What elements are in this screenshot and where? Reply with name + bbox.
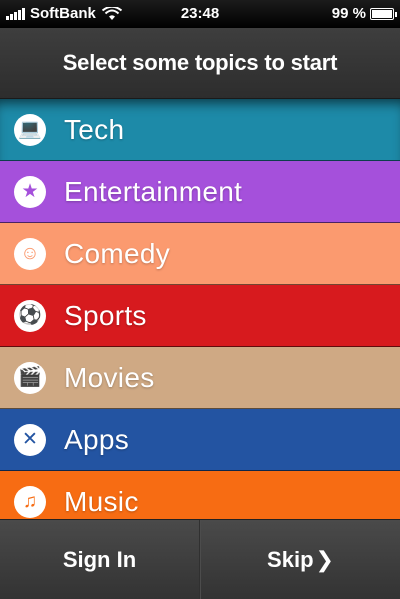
- sign-in-button[interactable]: Sign In: [0, 520, 199, 599]
- soccer-ball-icon: ⚽: [14, 299, 46, 332]
- sign-in-label: Sign In: [62, 546, 137, 572]
- header: Select some topics to start: [0, 28, 400, 99]
- battery-icon: [370, 7, 397, 20]
- laptop-icon: 💻: [14, 113, 46, 146]
- bottom-bar: Sign In Skip ❯: [0, 519, 400, 599]
- music-note-icon: ♫: [14, 485, 46, 518]
- apps-icon: ✕: [14, 423, 46, 456]
- topic-row-comedy[interactable]: ☺ Comedy: [0, 223, 400, 285]
- battery-group: 99 %: [331, 5, 397, 22]
- topic-list: 💻 Tech ★ Entertainment ☺ Comedy ⚽ Sports 🎬 Movies…: [0, 99, 400, 519]
- skip-label: Skip: [267, 546, 314, 572]
- topic-label: Tech: [64, 113, 125, 145]
- topic-row-tech[interactable]: 💻 Tech: [0, 99, 400, 161]
- topic-row-entertainment[interactable]: ★ Entertainment: [0, 161, 400, 223]
- topic-row-music[interactable]: ♫ Music: [0, 471, 400, 519]
- battery-percent: 99 %: [331, 5, 366, 22]
- smiley-icon: ☺: [14, 237, 46, 270]
- chevron-right-icon: ❯: [315, 546, 334, 572]
- topic-label: Movies: [64, 361, 155, 393]
- topic-label: Comedy: [64, 237, 171, 269]
- clapperboard-icon: 🎬: [14, 361, 46, 394]
- topic-label: Sports: [64, 299, 147, 331]
- topic-label: Apps: [64, 423, 130, 455]
- topic-label: Music: [64, 485, 139, 517]
- topic-row-apps[interactable]: ✕ Apps: [0, 409, 400, 471]
- topic-row-movies[interactable]: 🎬 Movies: [0, 347, 400, 409]
- topic-row-sports[interactable]: ⚽ Sports: [0, 285, 400, 347]
- stars-icon: ★: [14, 175, 46, 208]
- skip-button[interactable]: Skip ❯: [201, 520, 400, 599]
- topic-label: Entertainment: [64, 175, 243, 207]
- page-title: Select some topics to start: [62, 50, 338, 75]
- status-bar: SoftBank 23:48 99 %: [0, 0, 400, 28]
